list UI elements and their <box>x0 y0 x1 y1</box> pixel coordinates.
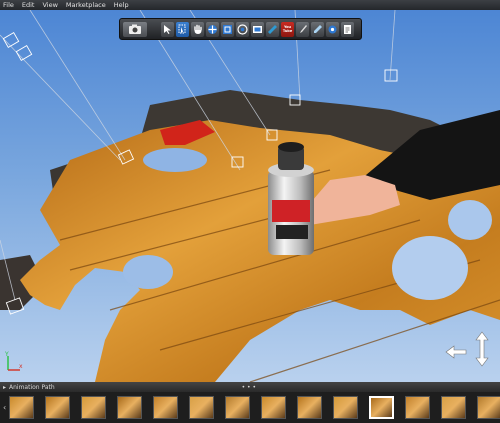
filmstrip-thumbnail[interactable] <box>117 396 143 419</box>
filmstrip-thumbnail[interactable] <box>297 396 323 419</box>
animation-filmstrip: ‹ › <box>0 392 500 423</box>
camera-icon[interactable] <box>123 21 147 37</box>
filmstrip-thumbnail[interactable] <box>189 396 215 419</box>
animation-path-title: Animation Path <box>9 383 55 391</box>
youtube-icon[interactable]: You Tube <box>281 21 294 37</box>
filmstrip-thumbnail[interactable] <box>9 396 35 419</box>
axis-y-label: Y <box>4 351 9 358</box>
settings-icon[interactable] <box>326 21 339 37</box>
scale-icon[interactable] <box>221 21 234 37</box>
filmstrip-thumbnail[interactable] <box>477 396 500 419</box>
thumbnail-list <box>9 396 500 419</box>
select-pointer-icon[interactable] <box>161 21 174 37</box>
main-toolbar: You Tube <box>119 18 362 40</box>
navigation-arrows[interactable] <box>444 330 494 370</box>
select-region-icon[interactable] <box>176 21 189 37</box>
filmstrip-thumbnail[interactable] <box>45 396 71 419</box>
arrow-up-down-icon <box>475 331 489 367</box>
frame-icon[interactable] <box>251 21 264 37</box>
menu-help[interactable]: Help <box>114 0 129 10</box>
scene-render <box>0 10 500 382</box>
collapse-arrow-icon[interactable]: ▸ <box>3 384 6 391</box>
filmstrip-prev-button[interactable]: ‹ <box>3 403 6 412</box>
filmstrip-thumbnail[interactable] <box>333 396 359 419</box>
scan-hole <box>123 255 173 289</box>
menu-edit[interactable]: Edit <box>22 0 35 10</box>
3d-viewport[interactable]: You Tube Y x <box>0 10 500 382</box>
animation-path-header[interactable]: ▸ Animation Path • • • <box>0 382 500 392</box>
youtube-label: You Tube <box>282 25 293 33</box>
panel-resize-handle[interactable]: • • • <box>242 384 256 391</box>
arrow-left-icon <box>445 345 467 359</box>
hand-pan-icon[interactable] <box>191 21 204 37</box>
eyedropper-icon[interactable] <box>311 21 324 37</box>
move-icon[interactable] <box>206 21 219 37</box>
filmstrip-thumbnail[interactable] <box>261 396 287 419</box>
axis-indicator: Y x <box>4 350 24 378</box>
filmstrip-thumbnail[interactable] <box>369 396 395 419</box>
filmstrip-thumbnail[interactable] <box>81 396 107 419</box>
scan-hole <box>392 236 468 300</box>
measure-icon[interactable] <box>266 21 279 37</box>
menu-view[interactable]: View <box>42 0 57 10</box>
export-icon[interactable] <box>341 21 354 37</box>
menu-bar: File Edit View Marketplace Help <box>0 0 500 10</box>
brush-icon[interactable] <box>296 21 309 37</box>
scan-hole <box>448 200 492 240</box>
menu-file[interactable]: File <box>3 0 14 10</box>
menu-marketplace[interactable]: Marketplace <box>66 0 106 10</box>
scan-hole <box>143 148 207 172</box>
filmstrip-thumbnail[interactable] <box>441 396 467 419</box>
axis-x-label: x <box>19 363 23 370</box>
filmstrip-thumbnail[interactable] <box>405 396 431 419</box>
filmstrip-thumbnail[interactable] <box>153 396 179 419</box>
rotate-camera-icon[interactable] <box>236 21 249 37</box>
filmstrip-thumbnail[interactable] <box>225 396 251 419</box>
